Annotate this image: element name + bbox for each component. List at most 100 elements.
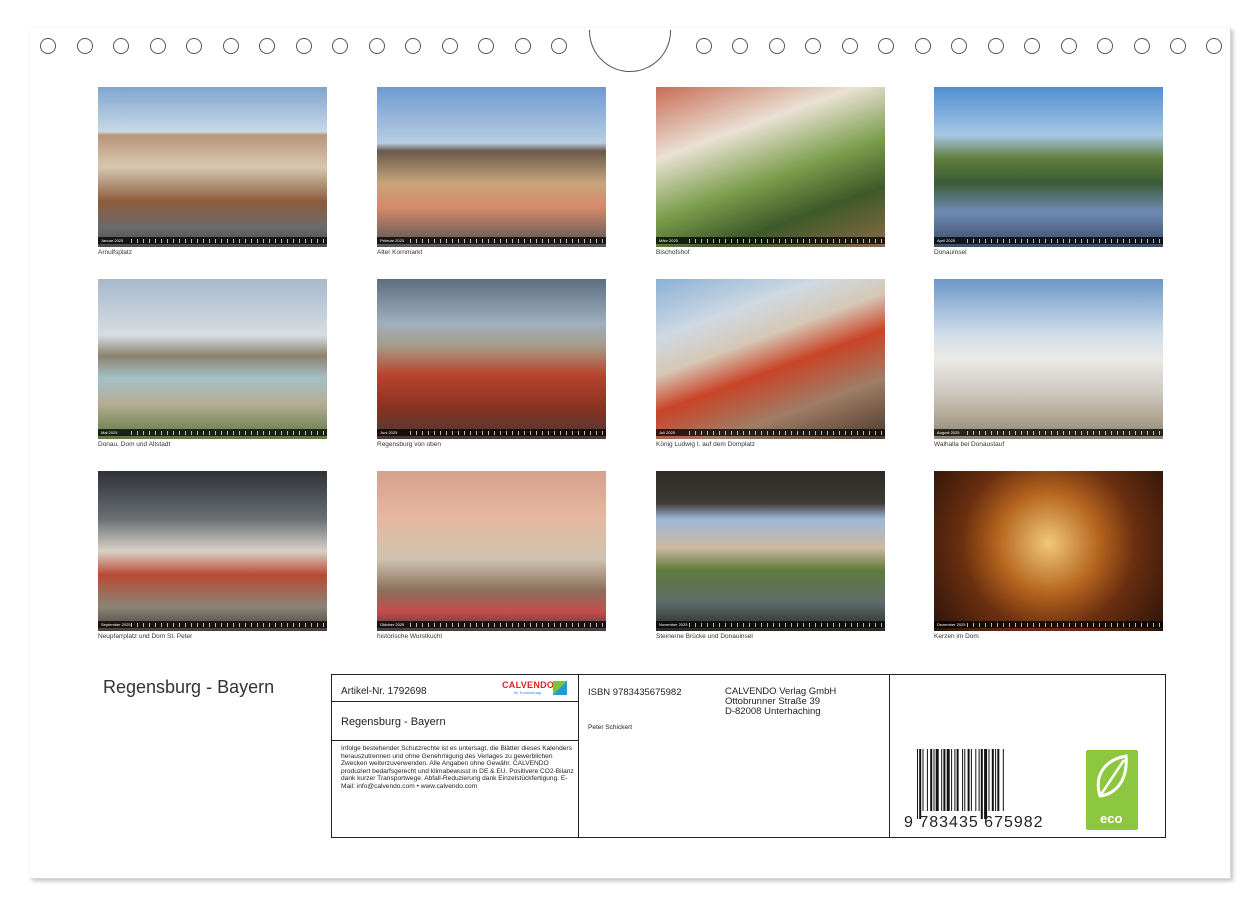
day-grid (689, 430, 885, 435)
barcode-bar (926, 749, 928, 811)
barcode-bar (946, 749, 950, 811)
photo-caption: Walhalla bei Donaustauf (934, 441, 1005, 448)
photo-caption: Alter Kornmarkt (377, 249, 423, 256)
binding-ring (951, 38, 967, 54)
calvendo-logo: CALVENDO (502, 680, 555, 690)
binding-ring (1097, 38, 1113, 54)
barcode-bar (984, 749, 988, 819)
calendar-strip: April 2025 (934, 237, 1163, 244)
barcode-bar (1002, 749, 1004, 811)
calendar-strip: Juni 2025 (377, 429, 606, 436)
day-grid (410, 238, 606, 243)
month-photo: März 2025 (656, 87, 885, 247)
calendar-strip: Oktober 2025 (377, 621, 606, 628)
month-label: November 2025 (659, 622, 688, 627)
barcode-bar (964, 749, 966, 811)
month-photo: Oktober 2025 (377, 471, 606, 631)
barcode-bar (991, 749, 994, 811)
barcode-bar (943, 749, 946, 811)
binding-ring (842, 38, 858, 54)
calendar-strip: August 2025 (934, 429, 1163, 436)
day-grid (410, 622, 606, 627)
photo-caption: Donauinsel (934, 249, 967, 256)
month-photo-card: November 2025 Steinerne Brücke und Donaui… (656, 471, 885, 640)
binding-ring (878, 38, 894, 54)
month-label: April 2025 (937, 238, 956, 243)
info-box: Artikel-Nr. 1792698 CALVENDO Ihr Kunstve… (331, 674, 1166, 838)
month-label: März 2025 (659, 238, 678, 243)
calendar-title: Regensburg - Bayern (103, 677, 275, 697)
calvendo-logo-icon (553, 681, 567, 695)
month-photo-card: Juni 2025 Regensburg von oben (377, 279, 606, 448)
month-label: Dezember 2025 (937, 622, 966, 627)
calendar-strip: Mai 2025 (98, 429, 327, 436)
binding-ring (40, 38, 56, 54)
month-label: August 2025 (937, 430, 960, 435)
month-photo: Dezember 2025 (934, 471, 1163, 631)
binding-ring (478, 38, 494, 54)
day-grid (689, 622, 885, 627)
month-label: September 2025 (101, 622, 131, 627)
month-photo: September 2025 (98, 471, 327, 631)
binding-ring (150, 38, 166, 54)
month-photo-card: Februar 2025 Alter Kornmarkt (377, 87, 606, 256)
photo-caption: Neupfarrplatz und Dom St. Peter (98, 633, 193, 640)
binding-ring (805, 38, 821, 54)
month-photo-card: Januar 2025 Arnulfsplatz (98, 87, 327, 256)
month-label: Juli 2025 (659, 430, 676, 435)
photo-caption: Regensburg von oben (377, 441, 441, 448)
photo-caption: Kerzen im Dom (934, 633, 979, 640)
barcode-bar (978, 749, 980, 811)
month-photo-card: Juli 2025 König Ludwig I. auf dem Domplat… (656, 279, 885, 448)
author: Peter Schickert (588, 724, 633, 731)
article-number: Artikel-Nr. 1792698 (341, 686, 427, 697)
month-label: Oktober 2025 (380, 622, 405, 627)
month-photo-card: Mai 2025 Donau, Dom und Altstadt (98, 279, 327, 448)
calvendo-logo-subtitle: Ihr Kunstverlag (514, 690, 541, 695)
month-label: Juni 2025 (380, 430, 398, 435)
calendar-strip: Februar 2025 (377, 237, 606, 244)
binding-ring (77, 38, 93, 54)
barcode-bar (922, 749, 924, 811)
month-photo-card: März 2025 Bischofshof (656, 87, 885, 256)
publisher-address: CALVENDO Verlag GmbH Ottobrunner Straße … (725, 687, 836, 717)
binding-ring (732, 38, 748, 54)
barcode-bar (951, 749, 953, 811)
eco-badge: eco (1086, 750, 1138, 830)
binding-ring (1024, 38, 1040, 54)
barcode-bar (956, 749, 959, 811)
month-photo: Februar 2025 (377, 87, 606, 247)
month-photo: Mai 2025 (98, 279, 327, 439)
barcode-bar (997, 749, 1000, 811)
month-photo-card: Dezember 2025 Kerzen im Dom (934, 471, 1163, 640)
binding-ring (369, 38, 385, 54)
barcode-bar (933, 749, 935, 811)
info-column-barcode: 9 783435 675982 eco (890, 675, 1165, 837)
month-label: Mai 2025 (101, 430, 118, 435)
barcode-bar (995, 749, 997, 811)
product-title: Regensburg - Bayern (341, 716, 446, 728)
day-grid (131, 622, 327, 627)
barcode (917, 749, 1004, 819)
binding-ring (915, 38, 931, 54)
photo-caption: König Ludwig I. auf dem Domplatz (656, 441, 755, 448)
calendar-strip: Juli 2025 (656, 429, 885, 436)
day-grid (131, 430, 327, 435)
calendar-strip: Dezember 2025 (934, 621, 1163, 628)
binding-ring (515, 38, 531, 54)
photo-caption: historische Wurstkuchl (377, 633, 442, 640)
month-photo-card: August 2025 Walhalla bei Donaustauf (934, 279, 1163, 448)
barcode-bar (988, 749, 990, 811)
month-photo: November 2025 (656, 471, 885, 631)
month-photo: April 2025 (934, 87, 1163, 247)
info-column-article: Artikel-Nr. 1792698 CALVENDO Ihr Kunstve… (332, 675, 579, 837)
day-grid (689, 238, 885, 243)
day-grid (967, 238, 1163, 243)
month-label: Januar 2025 (101, 238, 124, 243)
barcode-number: 9 783435 675982 (904, 814, 1044, 831)
barcode-bar (917, 749, 918, 819)
month-photo-card: April 2025 Donauinsel (934, 87, 1163, 256)
photo-caption: Bischofshof (656, 249, 690, 256)
barcode-bar (975, 749, 977, 811)
binding-ring (1206, 38, 1222, 54)
